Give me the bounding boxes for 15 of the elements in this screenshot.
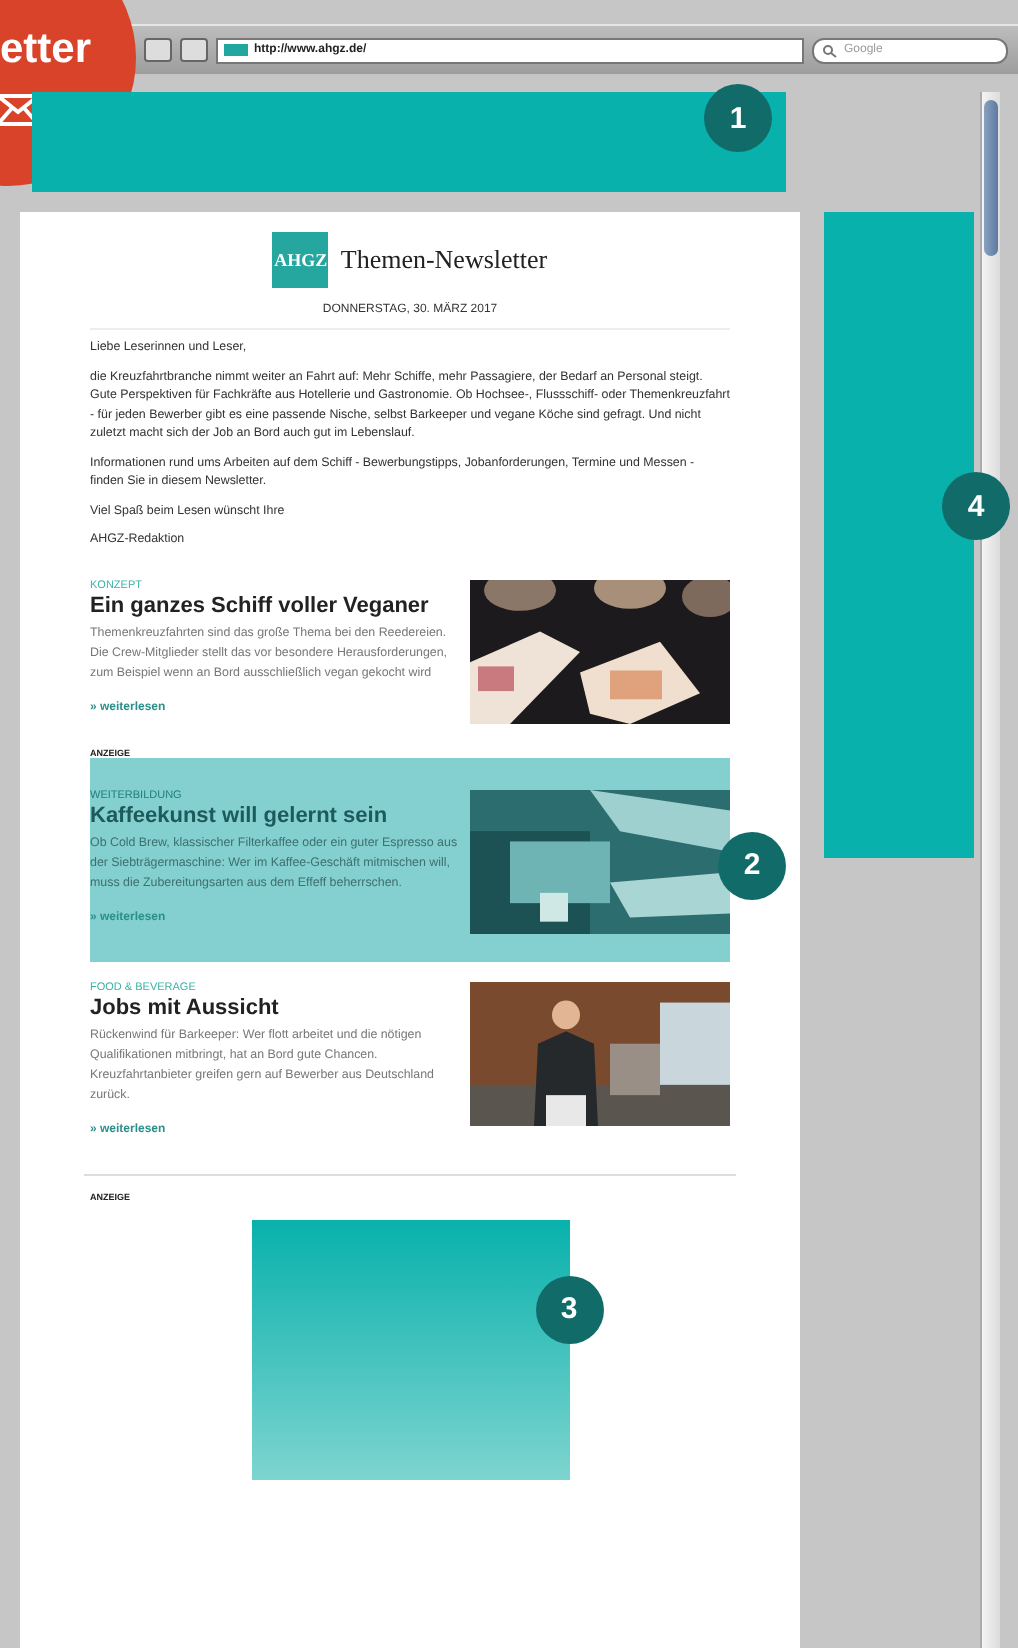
marker-number: 3: [535, 1275, 603, 1343]
badge-text: etter: [0, 26, 92, 74]
article-title: Kaffeekunst will gelernt sein: [90, 803, 390, 827]
article-title: Ein ganzes Schiff voller Veganer: [90, 593, 431, 617]
marker-number: 4: [942, 472, 1010, 540]
site-icon: [224, 44, 248, 56]
article-title: Jobs mit Aussicht: [90, 995, 281, 1019]
scroll-thumb[interactable]: [984, 100, 998, 256]
bookmark-button[interactable]: [180, 38, 208, 62]
back-button[interactable]: [144, 38, 172, 62]
newsletter-title: Themen-Newsletter: [340, 244, 548, 276]
search-icon: [822, 43, 838, 57]
logo: AHGZ: [272, 232, 329, 288]
marker-number: 2: [718, 831, 786, 899]
marker-number: 1: [704, 84, 772, 152]
